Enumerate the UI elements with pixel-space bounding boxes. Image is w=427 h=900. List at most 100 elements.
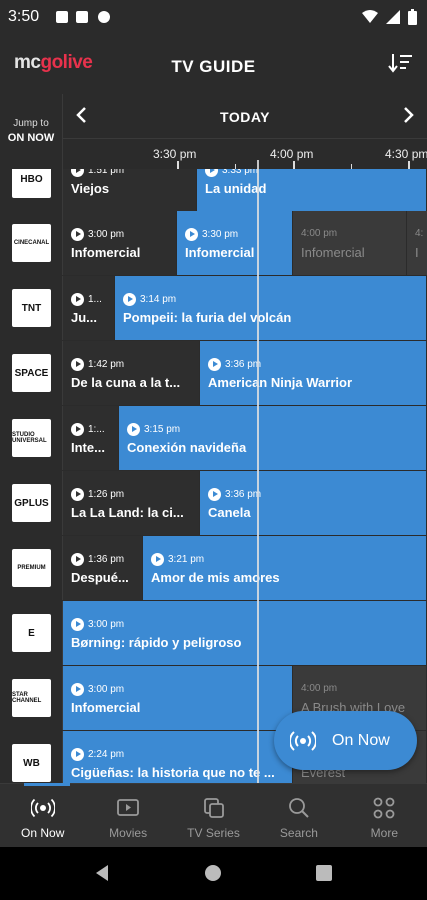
program-title: American Ninja Warrior xyxy=(208,375,353,390)
time-label: 3:30 pm xyxy=(153,147,197,161)
date-selector: TODAY xyxy=(63,94,427,139)
more-icon xyxy=(373,797,395,819)
program-cell[interactable]: 3:00 pm Børning: rápido y peligroso xyxy=(63,601,427,665)
program-cell[interactable]: 1:... Inte... xyxy=(63,406,119,470)
nav-more[interactable]: More xyxy=(342,784,427,847)
program-title: Infomercial xyxy=(71,245,141,260)
program-time: 1:... xyxy=(71,423,105,436)
program-time: 4:00 pm xyxy=(301,228,338,239)
play-icon xyxy=(123,293,136,306)
program-title: Conexión navideña xyxy=(127,440,247,455)
play-icon xyxy=(185,228,198,241)
status-time: 3:50 xyxy=(8,8,40,25)
system-navigation-bar xyxy=(0,847,427,900)
nav-movies[interactable]: Movies xyxy=(85,784,170,847)
channel-row: GPLUS 1:26 pm La La Land: la ci... 3:36 pm C… xyxy=(0,471,427,536)
sort-icon[interactable] xyxy=(387,50,413,76)
program-time: 4:00 pm xyxy=(301,683,338,694)
play-icon xyxy=(205,169,218,177)
jump-to-on-now-button[interactable]: Jump to ON NOW xyxy=(0,94,63,169)
notification-icon xyxy=(56,11,68,23)
app-header: mcgolive TV GUIDE xyxy=(0,36,427,94)
program-time: 3:00 pm xyxy=(71,618,124,631)
program-cell[interactable]: 1:26 pm La La Land: la ci... xyxy=(63,471,200,535)
time-label: 4:30 pm xyxy=(385,147,427,161)
program-title: Ju... xyxy=(71,310,98,325)
nav-search[interactable]: Search xyxy=(256,784,341,847)
channel-row: E 3:00 pm Børning: rápido y peligroso xyxy=(0,601,427,666)
program-cell[interactable]: 3:15 pm Conexión navideña xyxy=(119,406,427,470)
guide-grid[interactable]: HBO 1:51 pm Viejos 3:33 pm La unidad CINECANA… xyxy=(0,169,427,783)
search-icon xyxy=(289,798,309,818)
home-icon[interactable] xyxy=(204,864,222,882)
program-time: 1:42 pm xyxy=(71,358,124,371)
program-title: De la cuna a la t... xyxy=(71,375,181,390)
channel-logo[interactable]: E xyxy=(0,601,63,665)
program-cell[interactable]: 3:21 pm Amor de mis amores xyxy=(143,536,427,600)
channel-logo[interactable]: SPACE xyxy=(0,341,63,405)
program-time: 4: xyxy=(415,228,424,239)
program-title: Despué... xyxy=(71,570,129,585)
play-icon xyxy=(71,488,84,501)
play-icon xyxy=(71,293,84,306)
status-bar: 3:50 xyxy=(0,0,427,36)
battery-icon xyxy=(408,9,417,25)
time-label: 4:00 pm xyxy=(270,147,314,161)
movie-icon xyxy=(117,799,140,816)
program-time: 3:14 pm xyxy=(123,293,176,306)
channel-logo[interactable]: WB xyxy=(0,731,63,783)
program-time: 1:26 pm xyxy=(71,488,124,501)
program-title: La La Land: la ci... xyxy=(71,505,184,520)
on-now-fab[interactable]: On Now xyxy=(274,711,417,770)
program-cell[interactable]: 1:42 pm De la cuna a la t... xyxy=(63,341,200,405)
chevron-right-icon[interactable] xyxy=(397,104,419,126)
program-cell[interactable]: 1:36 pm Despué... xyxy=(63,536,143,600)
channel-logo[interactable]: CINECANAL xyxy=(0,211,63,275)
channel-logo[interactable]: TNT xyxy=(0,276,63,340)
channel-logo-text: PREMIUM xyxy=(12,549,51,587)
play-icon xyxy=(71,169,84,177)
channel-row: HBO 1:51 pm Viejos 3:33 pm La unidad xyxy=(0,169,427,212)
program-cell[interactable]: 3:36 pm American Ninja Warrior xyxy=(200,341,427,405)
play-icon xyxy=(208,358,221,371)
play-icon xyxy=(71,228,84,241)
time-ruler: 3:30 pm 4:00 pm 4:30 pm xyxy=(63,139,427,169)
fab-label: On Now xyxy=(332,731,390,749)
recents-icon[interactable] xyxy=(315,864,333,882)
play-icon xyxy=(127,423,140,436)
play-icon xyxy=(71,423,84,436)
signal-icon xyxy=(386,10,400,24)
page-title: TV GUIDE xyxy=(171,57,256,76)
program-cell[interactable]: 4: I xyxy=(407,211,427,275)
program-cell[interactable]: 3:00 pm Infomercial xyxy=(63,211,177,275)
channel-logo[interactable]: STAR CHANNEL xyxy=(0,666,63,730)
channel-row: CINECANAL 3:00 pm Infomercial 3:30 pm Infome… xyxy=(0,211,427,276)
current-date: TODAY xyxy=(220,109,270,125)
program-title: Infomercial xyxy=(185,245,255,260)
channel-logo-text: STUDIO UNIVERSAL xyxy=(12,419,51,457)
program-cell[interactable]: 1:51 pm Viejos xyxy=(63,169,197,211)
program-title: Børning: rápido y peligroso xyxy=(71,635,242,650)
wifi-icon xyxy=(362,10,378,23)
program-cell[interactable]: 3:14 pm Pompeii: la furia del volcán xyxy=(115,276,427,340)
program-cell[interactable]: 3:36 pm Canela xyxy=(200,471,427,535)
program-title: I xyxy=(415,245,419,260)
play-icon xyxy=(71,553,84,566)
back-icon[interactable] xyxy=(93,864,111,882)
channel-logo[interactable]: STUDIO UNIVERSAL xyxy=(0,406,63,470)
play-icon xyxy=(71,748,84,761)
channel-logo-text: STAR CHANNEL xyxy=(12,679,51,717)
program-cell[interactable]: 3:33 pm La unidad xyxy=(197,169,427,211)
nav-tv-series[interactable]: TV Series xyxy=(171,784,256,847)
program-cell[interactable]: 3:30 pm Infomercial xyxy=(177,211,293,275)
nav-on-now[interactable]: On Now xyxy=(0,783,85,847)
program-time: 3:36 pm xyxy=(208,358,261,371)
play-icon xyxy=(151,553,164,566)
channel-logo[interactable]: PREMIUM xyxy=(0,536,63,600)
channel-logo[interactable]: HBO xyxy=(0,169,63,211)
program-cell[interactable]: 4:00 pm Infomercial xyxy=(293,211,407,275)
program-title: Amor de mis amores xyxy=(151,570,280,585)
channel-logo[interactable]: GPLUS xyxy=(0,471,63,535)
broadcast-icon xyxy=(30,798,55,818)
program-cell[interactable]: 1... Ju... xyxy=(63,276,115,340)
